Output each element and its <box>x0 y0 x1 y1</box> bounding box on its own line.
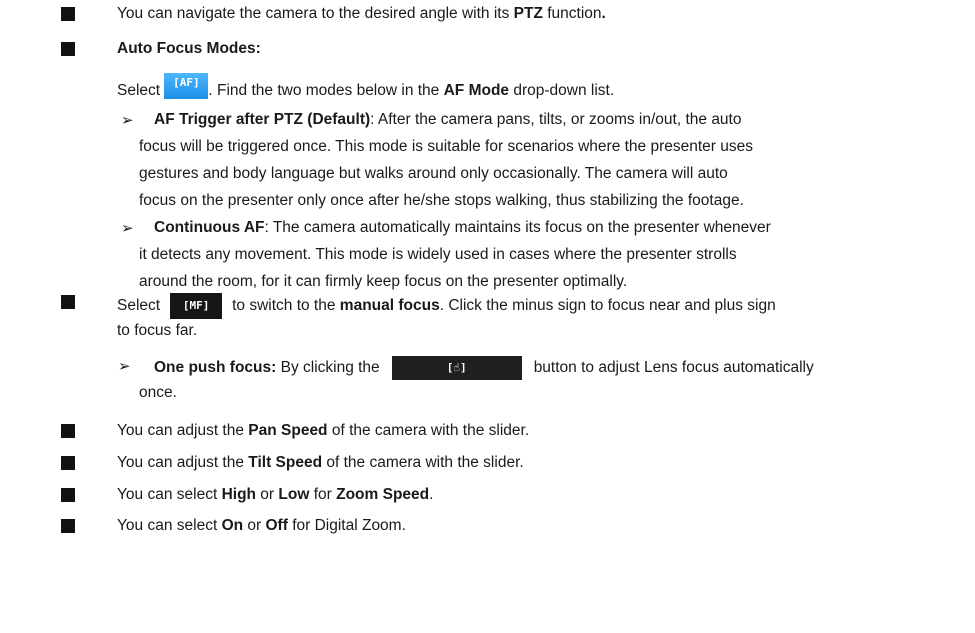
manual-focus-icon: [MF] <box>170 293 223 319</box>
one-push-line1: One push focus: By clicking the [☝] button… <box>154 356 814 380</box>
ptz-paragraph: You can navigate the camera to the desir… <box>117 5 606 22</box>
square-bullet <box>61 456 75 470</box>
arrow-bullet-icon: ➢ <box>121 219 134 237</box>
square-bullet <box>61 488 75 502</box>
continuous-af-line2: it detects any movement. This mode is wi… <box>139 246 737 263</box>
arrow-bullet-icon: ➢ <box>121 111 134 129</box>
af-trigger-line2: focus will be triggered once. This mode … <box>139 138 753 155</box>
af-mode-icon: [AF] <box>164 73 209 99</box>
tilt-speed-paragraph: You can adjust the Tilt Speed of the cam… <box>117 454 524 471</box>
arrow-bullet-icon: ➢ <box>118 357 131 375</box>
square-bullet <box>61 424 75 438</box>
pan-speed-paragraph: You can adjust the Pan Speed of the came… <box>117 422 530 439</box>
af-trigger-line1: AF Trigger after PTZ (Default): After th… <box>154 111 742 128</box>
one-push-line2: once. <box>139 384 177 401</box>
mf-select-line2: to focus far. <box>117 322 198 339</box>
af-select-paragraph: Select [AF]. Find the two modes below in… <box>117 73 614 104</box>
af-trigger-line4: focus on the presenter only once after h… <box>139 192 744 209</box>
af-heading: Auto Focus Modes: <box>117 40 261 57</box>
af-trigger-line3: gestures and body language but walks aro… <box>139 165 728 182</box>
continuous-af-line1: Continuous AF: The camera automatically … <box>154 219 771 236</box>
digital-zoom-paragraph: You can select On or Off for Digital Zoo… <box>117 517 406 534</box>
square-bullet <box>61 295 75 309</box>
square-bullet <box>61 7 75 21</box>
one-push-focus-icon: [☝] <box>391 356 522 380</box>
continuous-af-line3: around the room, for it can firmly keep … <box>139 273 628 290</box>
square-bullet <box>61 42 75 56</box>
square-bullet <box>61 519 75 533</box>
zoom-speed-paragraph: You can select High or Low for Zoom Spee… <box>117 486 434 503</box>
mf-select-line1: Select [MF] to switch to the manual focus.… <box>117 293 776 319</box>
